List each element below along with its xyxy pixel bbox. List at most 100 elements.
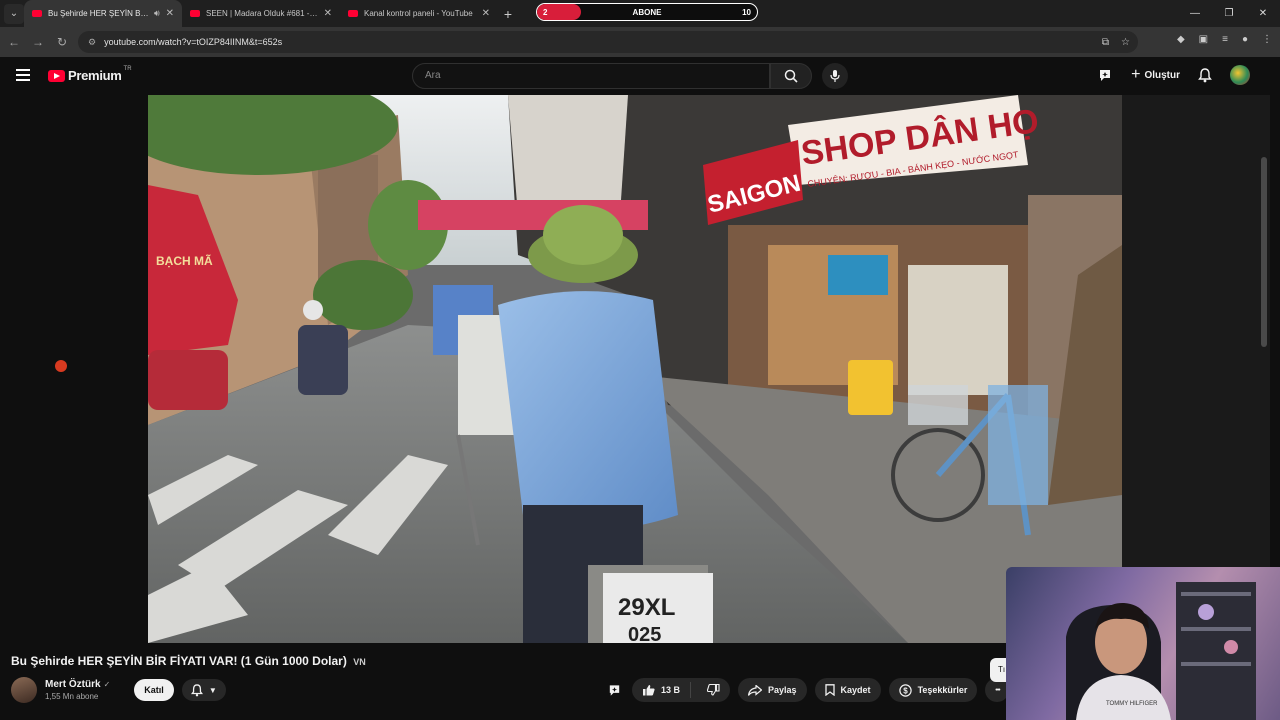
subscriber-goal-widget: 2 ABONE 10 — [536, 3, 758, 21]
subscriber-goal-title: ABONE — [632, 7, 662, 17]
video-title-suffix: VN — [353, 657, 366, 667]
browser-menu-icon[interactable]: ⋮ — [1262, 34, 1272, 45]
tab-seen-video[interactable]: SEEN | Madara Olduk #681 - Yo ✕ — [182, 0, 340, 27]
profile-icon[interactable]: ● — [1242, 34, 1248, 45]
youtube-header: Premium TR Ara + Oluştur — [0, 57, 1280, 95]
search-input[interactable]: Ara — [412, 63, 770, 89]
channel-row: Mert Öztürk ✓ 1,55 Mn abone Katıl ▼ — [11, 676, 226, 704]
share-label: Paylaş — [768, 685, 797, 695]
video-frame: BẠCH MÃ SHOP DÂN HỌ CHUYÊN: RƯỢU - BIA -… — [148, 95, 1122, 643]
create-label: Oluştur — [1144, 69, 1180, 81]
microphone-icon — [830, 70, 840, 82]
minimize-icon[interactable]: — — [1178, 0, 1212, 27]
svg-text:$: $ — [903, 686, 908, 695]
ask-ai-button[interactable] — [604, 683, 624, 697]
youtube-premium-logo[interactable]: Premium TR — [48, 65, 132, 83]
new-tab-button[interactable]: + — [498, 6, 518, 22]
browser-toolbar: ← → ↻ ⚙ youtube.com/watch?v=tOIZP84IINM&… — [0, 27, 1280, 57]
menu-hamburger-icon[interactable] — [16, 69, 30, 81]
window-controls: — ❐ ✕ — [1178, 0, 1280, 27]
cast-icon[interactable]: ⧉ — [1102, 37, 1109, 48]
like-button[interactable]: 13 B — [632, 682, 692, 698]
video-title-text: Bu Şehirde HER ŞEYİN BİR FİYATI VAR! (1 … — [11, 654, 347, 668]
restore-icon[interactable]: ❐ — [1212, 0, 1246, 27]
youtube-favicon-icon — [348, 10, 358, 17]
logo-text: Premium — [68, 68, 122, 83]
youtube-favicon-icon — [190, 10, 200, 17]
plus-icon: + — [1131, 66, 1141, 83]
reload-icon[interactable]: ↻ — [50, 35, 74, 49]
super-thanks-icon: $ — [898, 683, 912, 697]
dislike-button[interactable] — [697, 684, 730, 696]
ai-sparkle-icon[interactable] — [1097, 68, 1113, 82]
chevron-down-icon: ▼ — [208, 685, 217, 695]
subscription-bell-button[interactable]: ▼ — [181, 679, 226, 701]
like-dislike-group: 13 B — [632, 678, 731, 702]
like-count: 13 B — [661, 685, 681, 695]
ai-sparkle-icon — [609, 685, 619, 696]
youtube-play-logo-icon — [48, 69, 65, 82]
url-text: youtube.com/watch?v=tOIZP84IINM&t=652s — [104, 37, 283, 47]
thanks-label: Teşekkürler — [917, 685, 968, 695]
save-label: Kaydet — [840, 685, 871, 695]
address-bar[interactable]: ⚙ youtube.com/watch?v=tOIZP84IINM&t=652s… — [78, 31, 1138, 53]
page-bottom — [0, 712, 1006, 720]
extension-diamond-icon[interactable]: ◆ — [1177, 34, 1185, 45]
subscriber-goal-target: 10 — [742, 7, 751, 17]
page-scrollbar[interactable] — [1261, 157, 1267, 347]
browser-tab-strip: ⌄ Bu Şehirde HER ŞEYİN BİR F 🔊︎ ✕ SEEN |… — [0, 0, 1280, 27]
extensions-puzzle-icon[interactable]: ▣ — [1199, 34, 1208, 45]
channel-avatar[interactable] — [11, 677, 37, 703]
plate-line2: 025 — [628, 624, 661, 643]
verified-badge-icon: ✓ — [103, 680, 111, 689]
channel-name[interactable]: Mert Öztürk ✓ — [45, 679, 110, 690]
logo-region: TR — [123, 65, 132, 72]
video-player[interactable]: BẠCH MÃ SHOP DÂN HỌ CHUYÊN: RƯỢU - BIA -… — [148, 95, 1122, 643]
plate-line1: 29XL — [618, 594, 675, 621]
webcam-frame: TOMMY HILFIGER — [1066, 582, 1256, 720]
save-button[interactable]: Kaydet — [814, 678, 881, 702]
youtube-favicon-icon — [32, 10, 42, 17]
account-avatar[interactable] — [1230, 65, 1250, 85]
video-area: BẠCH MÃ SHOP DÂN HỌ CHUYÊN: RƯỢU - BIA -… — [0, 95, 1280, 643]
tab-channel-dashboard[interactable]: Kanal kontrol paneli - YouTube ✕ — [340, 0, 498, 27]
media-control-icon[interactable]: ≡ — [1222, 34, 1228, 45]
mouse-cursor — [55, 360, 67, 372]
notifications-bell-icon[interactable] — [1198, 67, 1212, 83]
tab-label: SEEN | Madara Olduk #681 - Yo — [206, 9, 318, 18]
bookmark-star-icon[interactable]: ☆ — [1121, 37, 1130, 48]
channel-info: Mert Öztürk ✓ 1,55 Mn abone — [45, 679, 110, 701]
site-info-icon[interactable]: ⚙ — [88, 37, 96, 48]
join-button[interactable]: Katıl — [134, 679, 174, 701]
voice-search-button[interactable] — [822, 63, 848, 89]
bell-icon — [190, 683, 203, 696]
tab-label: Kanal kontrol paneli - YouTube — [364, 9, 473, 18]
channel-name-text: Mert Öztürk — [45, 679, 101, 690]
thanks-button[interactable]: $ Teşekkürler — [888, 678, 978, 702]
close-tab-icon[interactable]: ✕ — [166, 8, 174, 19]
close-tab-icon[interactable]: ✕ — [324, 8, 332, 19]
thumbs-up-icon — [643, 685, 655, 696]
close-window-icon[interactable]: ✕ — [1246, 0, 1280, 27]
more-dots-icon: ••• — [995, 686, 1000, 694]
close-tab-icon[interactable]: ✕ — [482, 8, 490, 19]
back-arrow-icon[interactable]: ← — [2, 35, 26, 49]
subscriber-count: 1,55 Mn abone — [45, 692, 99, 701]
create-button[interactable]: + Oluştur — [1131, 66, 1180, 84]
tab-search-button[interactable]: ⌄ — [4, 3, 24, 24]
search-button[interactable] — [770, 63, 812, 89]
bookmark-icon — [824, 684, 835, 696]
tab-label: Bu Şehirde HER ŞEYİN BİR F — [48, 9, 150, 18]
search-icon — [784, 69, 798, 83]
subscriber-goal-current: 2 — [543, 7, 548, 17]
speaker-icon[interactable]: 🔊︎ — [154, 8, 160, 19]
video-actions: 13 B Paylaş Kaydet $ Teşekkürler ••• — [604, 678, 1010, 702]
right-column — [1122, 95, 1270, 643]
forward-arrow-icon[interactable]: → — [26, 35, 50, 49]
thumbs-down-icon — [707, 684, 720, 696]
streamer-webcam-overlay: TOMMY HILFIGER — [1006, 567, 1280, 720]
share-button[interactable]: Paylaş — [738, 678, 807, 702]
tab-youtube-video[interactable]: Bu Şehirde HER ŞEYİN BİR F 🔊︎ ✕ — [24, 0, 182, 27]
left-sign-text: BẠCH MÃ — [156, 253, 213, 268]
svg-text:TOMMY HILFIGER: TOMMY HILFIGER — [1106, 701, 1158, 707]
